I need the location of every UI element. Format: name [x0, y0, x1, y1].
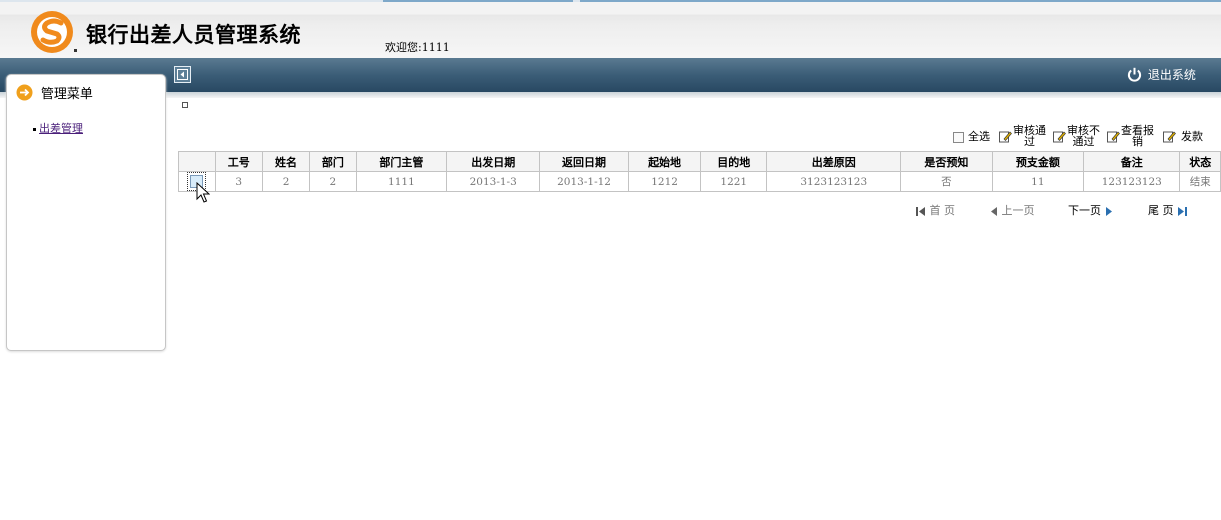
sidebar: 管理菜单 出差管理 — [6, 74, 166, 351]
cell-advance-amount: 11 — [991, 171, 1085, 192]
top-accent-line — [0, 0, 1221, 2]
prev-page-icon — [991, 206, 997, 216]
approve-label-2: 过 — [1024, 135, 1035, 148]
column-header-reason: 出差原因 — [766, 151, 902, 172]
mouse-cursor-icon — [196, 182, 210, 203]
cell-origin: 1212 — [627, 171, 702, 192]
edit-icon — [1163, 131, 1176, 143]
cell-dept-manager: 1111 — [355, 171, 448, 192]
pager-next-label: 下一页 — [1068, 204, 1101, 217]
cell-reason: 3123123123 — [766, 171, 902, 192]
column-header-return-date: 返回日期 — [539, 151, 629, 172]
sidebar-item-link[interactable]: 出差管理 — [39, 122, 83, 135]
trip-table: 工号 姓名 部门 部门主管 出发日期 返回日期 起始地 目的地 出差原因 是否预… — [178, 151, 1221, 192]
edit-icon — [1107, 131, 1120, 143]
column-header-employee-id: 工号 — [214, 151, 263, 172]
cell-department: 2 — [309, 171, 357, 192]
view-reimbursement-button[interactable]: 查看报 销 — [1107, 125, 1159, 149]
column-header-pre-notified: 是否预知 — [900, 151, 993, 172]
logout-button[interactable]: 退出系统 — [1127, 66, 1196, 84]
app-title: 银行出差人员管理系统 — [86, 23, 301, 47]
column-header-origin: 起始地 — [627, 151, 702, 172]
approve-button[interactable]: 审核通 过 — [999, 125, 1051, 149]
cell-pre-notified: 否 — [900, 171, 993, 192]
select-all-checkbox[interactable] — [953, 132, 964, 145]
pager-next-button[interactable]: 下一页 — [1068, 202, 1112, 218]
next-page-icon — [1105, 206, 1112, 216]
cell-return-date: 2013-1-12 — [539, 171, 629, 192]
column-header-destination: 目的地 — [700, 151, 768, 172]
first-page-icon — [916, 206, 925, 216]
column-header-status: 状态 — [1179, 151, 1221, 172]
pager-first-label: 首 页 — [929, 204, 956, 217]
cell-name: 2 — [261, 171, 311, 192]
cell-destination: 1221 — [700, 171, 768, 192]
cell-employee-id: 3 — [214, 171, 263, 192]
sidebar-item-trip-management[interactable]: 出差管理 — [33, 120, 83, 136]
bullet-icon — [33, 127, 36, 131]
reject-label-2: 通过 — [1072, 135, 1095, 148]
column-header-depart-date: 出发日期 — [446, 151, 541, 172]
table-row: 3 2 2 1111 2013-1-3 2013-1-12 1212 1221 … — [178, 171, 1221, 192]
logout-label: 退出系统 — [1147, 68, 1196, 82]
pay-button[interactable]: 发款 — [1163, 130, 1208, 146]
last-page-icon — [1178, 206, 1187, 216]
edit-icon — [1053, 131, 1066, 143]
pager-first-button[interactable]: 首 页 — [916, 202, 955, 218]
view-label-2: 销 — [1132, 135, 1143, 148]
pager-last-label: 尾 页 — [1148, 204, 1174, 217]
column-header-select — [178, 151, 216, 172]
pager-prev-button[interactable]: 上一页 — [991, 202, 1035, 218]
collapse-sidebar-button[interactable] — [174, 66, 191, 83]
column-header-remarks: 备注 — [1083, 151, 1181, 172]
column-header-name: 姓名 — [261, 151, 311, 172]
table-header-row: 工号 姓名 部门 部门主管 出发日期 返回日期 起始地 目的地 出差原因 是否预… — [178, 151, 1221, 172]
edit-icon — [999, 131, 1012, 143]
sidebar-header: 管理菜单 — [16, 83, 93, 102]
cell-depart-date: 2013-1-3 — [446, 171, 541, 192]
pager-prev-label: 上一页 — [1001, 204, 1035, 217]
power-icon — [1127, 67, 1142, 82]
sidebar-header-label: 管理菜单 — [40, 87, 93, 102]
column-header-advance-amount: 预支金额 — [991, 151, 1085, 172]
cell-remarks: 123123123 — [1083, 171, 1181, 192]
reject-button[interactable]: 审核不 通过 — [1053, 125, 1105, 149]
pager-last-button[interactable]: 尾 页 — [1148, 202, 1187, 218]
checkbox-icon — [953, 132, 964, 143]
select-all-label[interactable]: 全选 — [968, 131, 990, 142]
column-header-department: 部门 — [309, 151, 357, 172]
logo — [30, 9, 78, 55]
collapse-left-icon — [177, 69, 188, 80]
column-header-dept-manager: 部门主管 — [355, 151, 448, 172]
arrow-right-icon — [16, 84, 33, 101]
cell-status: 结束 — [1179, 171, 1221, 192]
welcome-text: 欢迎您:1111 — [385, 41, 450, 54]
pay-label: 发款 — [1181, 130, 1203, 143]
small-square-icon — [182, 102, 188, 108]
